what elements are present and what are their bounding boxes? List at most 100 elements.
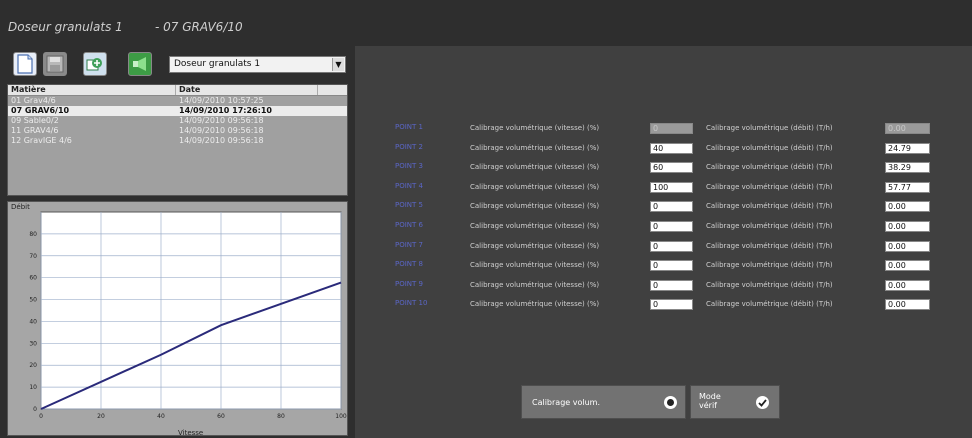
flow-calibration-label: Calibrage volumétrique (débit) (T/h) xyxy=(706,124,833,132)
save-button[interactable] xyxy=(43,52,67,76)
x-tick-label: 100 xyxy=(335,413,347,420)
y-tick-label: 50 xyxy=(29,297,37,304)
y-tick-label: 30 xyxy=(29,340,37,347)
flow-calibration-label: Calibrage volumétrique (débit) (T/h) xyxy=(706,261,833,269)
x-tick-label: 80 xyxy=(277,413,285,420)
speed-calibration-label: Calibrage volumétrique (vitesse) (%) xyxy=(470,261,600,269)
flow-input[interactable]: 0.00 xyxy=(885,241,930,252)
speed-calibration-label: Calibrage volumétrique (vitesse) (%) xyxy=(470,163,600,171)
flow-calibration-label: Calibrage volumétrique (débit) (T/h) xyxy=(706,300,833,308)
new-document-icon xyxy=(17,54,33,74)
speed-input[interactable]: 0 xyxy=(650,201,693,212)
recipe-date: 14/09/2010 09:56:18 xyxy=(179,116,264,125)
recipe-material: 09 Sable0/2 xyxy=(11,116,59,125)
recipe-list-row[interactable]: 12 GravIGE 4/6 14/09/2010 09:56:18 xyxy=(8,136,347,146)
chart-x-axis-label: Vitesse xyxy=(178,429,204,437)
flow-input[interactable]: 38.29 xyxy=(885,162,930,173)
point-label: POINT 3 xyxy=(395,162,423,170)
verify-mode-button[interactable]: Mode vérif xyxy=(690,385,780,419)
recipe-subtitle: - 07 GRAV6/10 xyxy=(155,20,243,34)
speed-calibration-label: Calibrage volumétrique (vitesse) (%) xyxy=(470,242,600,250)
flow-input[interactable]: 57.77 xyxy=(885,182,930,193)
y-tick-label: 40 xyxy=(29,318,37,325)
export-icon xyxy=(133,57,146,71)
recipe-list-row[interactable]: 11 GRAV4/6 14/09/2010 09:56:18 xyxy=(8,126,347,136)
point-label: POINT 9 xyxy=(395,280,423,288)
x-tick-label: 60 xyxy=(217,413,225,420)
flow-calibration-label: Calibrage volumétrique (débit) (T/h) xyxy=(706,242,833,250)
x-tick-label: 20 xyxy=(97,413,105,420)
volumetric-calibration-label: Calibrage volum. xyxy=(532,398,601,407)
save-icon xyxy=(46,55,64,73)
speed-input[interactable]: 0 xyxy=(650,221,693,232)
y-tick-label: 60 xyxy=(29,275,37,282)
doser-selector[interactable]: Doseur granulats 1 ▼ xyxy=(169,56,346,73)
verify-mode-label-line2: vérif xyxy=(699,401,717,410)
recipe-list-row[interactable]: 01 Grav4/6 14/09/2010 10:57:25 xyxy=(8,96,347,106)
flow-input[interactable]: 24.79 xyxy=(885,143,930,154)
speed-calibration-label: Calibrage volumétrique (vitesse) (%) xyxy=(470,183,600,191)
recipe-date: 14/09/2010 09:56:18 xyxy=(179,126,264,135)
chevron-down-icon[interactable]: ▼ xyxy=(332,58,344,71)
speed-input: 0 xyxy=(650,123,693,134)
doser-selector-value: Doseur granulats 1 xyxy=(174,59,261,69)
speed-input[interactable]: 100 xyxy=(650,182,693,193)
recipe-list-row[interactable]: 07 GRAV6/10 14/09/2010 17:26:10 xyxy=(8,106,347,116)
speed-calibration-label: Calibrage volumétrique (vitesse) (%) xyxy=(470,202,600,210)
record-icon xyxy=(664,396,677,409)
speed-input[interactable]: 0 xyxy=(650,299,693,310)
point-label: POINT 6 xyxy=(395,221,423,229)
flow-calibration-label: Calibrage volumétrique (débit) (T/h) xyxy=(706,163,833,171)
title-bar: Doseur granulats 1 - 07 GRAV6/10 xyxy=(0,0,972,50)
flow-calibration-label: Calibrage volumétrique (débit) (T/h) xyxy=(706,281,833,289)
y-tick-label: 0 xyxy=(33,406,37,413)
new-document-button[interactable] xyxy=(13,52,37,76)
recipe-date: 14/09/2010 17:26:10 xyxy=(179,106,272,115)
recipe-list-row[interactable]: 09 Sable0/2 14/09/2010 09:56:18 xyxy=(8,116,347,126)
recipe-material: 07 GRAV6/10 xyxy=(11,106,70,115)
chart-plot-area xyxy=(40,211,342,410)
flow-calibration-label: Calibrage volumétrique (débit) (T/h) xyxy=(706,202,833,210)
volumetric-calibration-button[interactable]: Calibrage volum. xyxy=(521,385,686,419)
y-tick-label: 10 xyxy=(29,384,37,391)
speed-calibration-label: Calibrage volumétrique (vitesse) (%) xyxy=(470,124,600,132)
recipe-material: 11 GRAV4/6 xyxy=(11,126,59,135)
column-header-date[interactable]: Date xyxy=(176,85,318,95)
x-tick-label: 0 xyxy=(39,413,43,420)
flow-input[interactable]: 0.00 xyxy=(885,280,930,291)
recipe-date: 14/09/2010 10:57:25 xyxy=(179,96,264,105)
speed-input[interactable]: 60 xyxy=(650,162,693,173)
point-label: POINT 8 xyxy=(395,260,423,268)
x-tick-label: 40 xyxy=(157,413,165,420)
flow-calibration-label: Calibrage volumétrique (débit) (T/h) xyxy=(706,144,833,152)
recipe-list-header: Matière Date xyxy=(8,85,347,96)
y-tick-label: 20 xyxy=(29,362,37,369)
point-label: POINT 7 xyxy=(395,241,423,249)
recipe-material: 12 GravIGE 4/6 xyxy=(11,136,72,145)
point-label: POINT 5 xyxy=(395,201,423,209)
flow-input[interactable]: 0.00 xyxy=(885,260,930,271)
recipe-list[interactable]: Matière Date 01 Grav4/6 14/09/2010 10:57:… xyxy=(7,84,348,196)
flow-input[interactable]: 0.00 xyxy=(885,221,930,232)
point-label: POINT 2 xyxy=(395,143,423,151)
export-button[interactable] xyxy=(128,52,152,76)
page-title: Doseur granulats 1 xyxy=(8,20,123,34)
flow-calibration-label: Calibrage volumétrique (débit) (T/h) xyxy=(706,183,833,191)
speed-input[interactable]: 0 xyxy=(650,280,693,291)
speed-calibration-label: Calibrage volumétrique (vitesse) (%) xyxy=(470,300,600,308)
flow-input[interactable]: 0.00 xyxy=(885,299,930,310)
speed-input[interactable]: 0 xyxy=(650,241,693,252)
speed-input[interactable]: 40 xyxy=(650,143,693,154)
y-tick-label: 80 xyxy=(29,231,37,238)
flow-input[interactable]: 0.00 xyxy=(885,201,930,212)
flow-input: 0.00 xyxy=(885,123,930,134)
speed-input[interactable]: 0 xyxy=(650,260,693,271)
copy-recipe-icon xyxy=(86,58,102,71)
point-label: POINT 1 xyxy=(395,123,423,131)
recipe-date: 14/09/2010 09:56:18 xyxy=(179,136,264,145)
flow-calibration-label: Calibrage volumétrique (débit) (T/h) xyxy=(706,222,833,230)
column-header-material[interactable]: Matière xyxy=(8,85,176,95)
copy-recipe-button[interactable] xyxy=(83,52,107,76)
checkmark-icon xyxy=(756,396,769,409)
point-label: POINT 4 xyxy=(395,182,423,190)
